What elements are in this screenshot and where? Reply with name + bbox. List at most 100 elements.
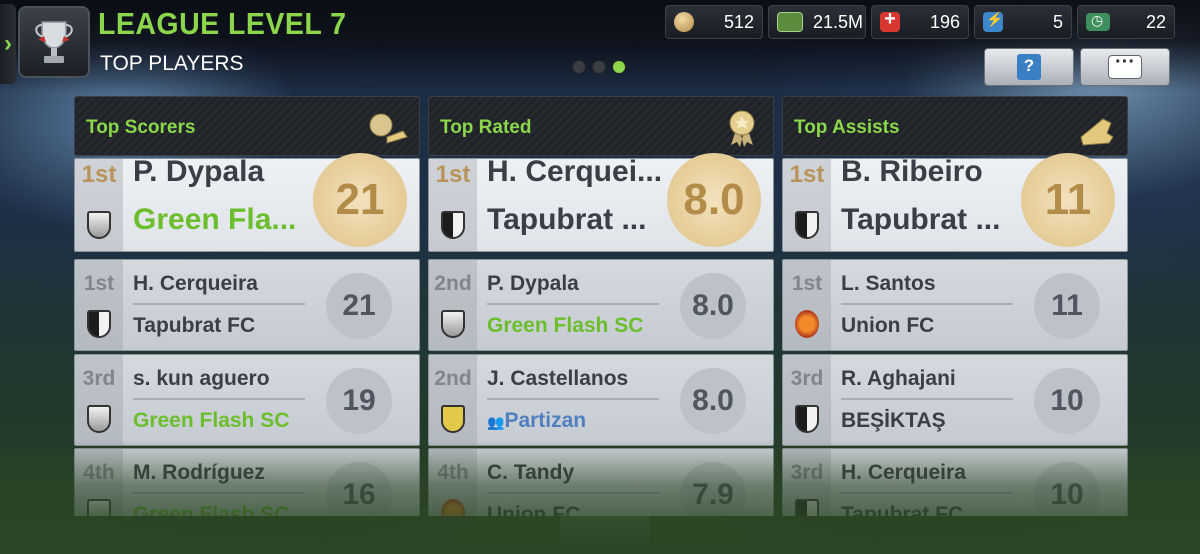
column-title: Top Scorers	[86, 117, 196, 138]
coaching-icon	[1086, 12, 1110, 31]
stat-coaching[interactable]: 22	[1077, 5, 1175, 39]
player-row[interactable]: 1st B. Ribeiro Tapubrat ... 11	[782, 153, 1128, 252]
club-name: Green Fla...	[133, 203, 297, 236]
column-title: Top Assists	[794, 117, 900, 138]
rank: 2nd	[434, 367, 472, 390]
page-dot-active[interactable]	[612, 60, 626, 74]
rank: 1st	[789, 161, 825, 188]
stat-health-packs[interactable]: 196	[871, 5, 969, 39]
page-title: LEAGUE LEVEL 7	[98, 6, 347, 41]
friends-icon: 👥	[487, 414, 505, 430]
player-name: H. Cerquei...	[487, 155, 663, 188]
chat-button[interactable]: ···	[1080, 48, 1170, 86]
club-name: Tapubrat FC	[133, 314, 256, 337]
column-header: Top Scorers	[74, 96, 420, 156]
club-badge-icon	[87, 499, 111, 516]
player-name: M. Rodríguez	[133, 461, 265, 484]
rank: 3rd	[790, 461, 824, 484]
rank: 1st	[435, 161, 471, 188]
stat-tokens[interactable]: 512	[665, 5, 763, 39]
club-badge-icon	[795, 405, 819, 433]
club-badge-icon	[795, 499, 819, 516]
stat-value: 21	[326, 273, 392, 339]
player-row[interactable]: 1st P. Dypala Green Fla... 21	[74, 153, 420, 252]
player-name: J. Castellanos	[487, 367, 629, 390]
rank: 4th	[437, 461, 469, 484]
page-dot[interactable]	[592, 60, 606, 74]
help-button[interactable]	[984, 48, 1074, 86]
club-name: BEŞİKTAŞ	[841, 409, 946, 432]
top-assists-panel: Top Assists 1st B. Ribeiro Tapubrat ... …	[782, 96, 1128, 516]
club-badge-icon	[87, 310, 111, 338]
rank: 1st	[81, 161, 117, 188]
player-row[interactable]: 1st H. Cerquei... Tapubrat ... 8.0	[428, 153, 774, 252]
column-header: Top Rated	[428, 96, 774, 156]
club-name: Tapubrat ...	[487, 203, 647, 236]
club-badge-icon	[87, 405, 111, 433]
golden-boot-icon	[1080, 118, 1114, 146]
club-name: Green Flash SC	[133, 503, 290, 516]
top-scorers-panel: Top Scorers 1st P. Dypala Green Fla... 2…	[74, 96, 420, 516]
column-header: Top Assists	[782, 96, 1128, 156]
player-name: P. Dypala	[487, 272, 579, 295]
club-name: Green Flash SC	[133, 409, 290, 432]
stat-energy[interactable]: 5	[974, 5, 1072, 39]
stat-value: 8.0	[667, 153, 761, 247]
rank: 3rd	[82, 367, 116, 390]
player-name: L. Santos	[841, 272, 936, 295]
club-badge-icon	[87, 211, 111, 239]
player-row[interactable]: 3rd H. Cerqueira Tapubrat FC 10	[782, 448, 1128, 516]
stat-value: 8.0	[680, 273, 746, 339]
player-name: R. Aghajani	[841, 367, 956, 390]
column-title: Top Rated	[440, 117, 532, 138]
player-row[interactable]: 4th C. Tandy Union FC 7.9	[428, 448, 774, 516]
energy-icon	[983, 11, 1003, 32]
stat-value: 7.9	[680, 462, 746, 516]
stat-value: 21	[313, 153, 407, 247]
ball-boot-icon	[369, 113, 408, 144]
money-icon	[777, 12, 803, 32]
page-indicator[interactable]	[572, 60, 626, 74]
club-name: Union FC	[841, 314, 935, 337]
player-row[interactable]: 3rd s. kun aguero Green Flash SC 19	[74, 354, 420, 446]
club-name: 👥Partizan	[487, 409, 587, 432]
player-row[interactable]: 1st L. Santos Union FC 11	[782, 259, 1128, 351]
player-row[interactable]: 3rd R. Aghajani BEŞİKTAŞ 10	[782, 354, 1128, 446]
rank: 3rd	[790, 367, 824, 390]
page-dot[interactable]	[572, 60, 586, 74]
player-row[interactable]: 2nd J. Castellanos 👥Partizan 8.0	[428, 354, 774, 446]
help-book-icon	[1017, 54, 1041, 80]
club-badge-icon	[795, 211, 819, 239]
medal-icon	[729, 110, 755, 147]
league-trophy-icon	[18, 6, 90, 78]
club-badge-icon	[795, 310, 819, 338]
player-name: C. Tandy	[487, 461, 575, 484]
stat-value: 16	[326, 462, 392, 516]
club-name: Tapubrat ...	[841, 203, 1001, 236]
stat-value: 11	[1021, 153, 1115, 247]
stat-value: 10	[1034, 462, 1100, 516]
player-row[interactable]: 4th M. Rodríguez Green Flash SC 16	[74, 448, 420, 516]
player-name: H. Cerqueira	[133, 272, 258, 295]
club-badge-icon	[441, 310, 465, 338]
club-name: Tapubrat FC	[841, 503, 964, 516]
token-icon	[674, 12, 694, 32]
resource-bar: 512 21.5M 196 5 22	[665, 5, 1175, 39]
stat-value: 19	[326, 368, 392, 434]
rank: 1st	[791, 272, 823, 295]
stat-money[interactable]: 21.5M	[768, 5, 866, 39]
rank: 2nd	[434, 272, 472, 295]
club-badge-icon	[441, 405, 465, 433]
pitch-marking	[560, 512, 650, 554]
player-name: P. Dypala	[133, 155, 265, 188]
club-badge-icon	[441, 211, 465, 239]
top-rated-panel: Top Rated 1st H. Cerquei... Tapubrat ...…	[428, 96, 774, 516]
rank: 1st	[83, 272, 115, 295]
side-menu-tab[interactable]: ›	[0, 4, 16, 84]
stat-value: 10	[1034, 368, 1100, 434]
player-row[interactable]: 1st H. Cerqueira Tapubrat FC 21	[74, 259, 420, 351]
player-row[interactable]: 2nd P. Dypala Green Flash SC 8.0	[428, 259, 774, 351]
page-subtitle: TOP PLAYERS	[100, 52, 244, 75]
player-name: H. Cerqueira	[841, 461, 966, 484]
stat-value: 8.0	[680, 368, 746, 434]
